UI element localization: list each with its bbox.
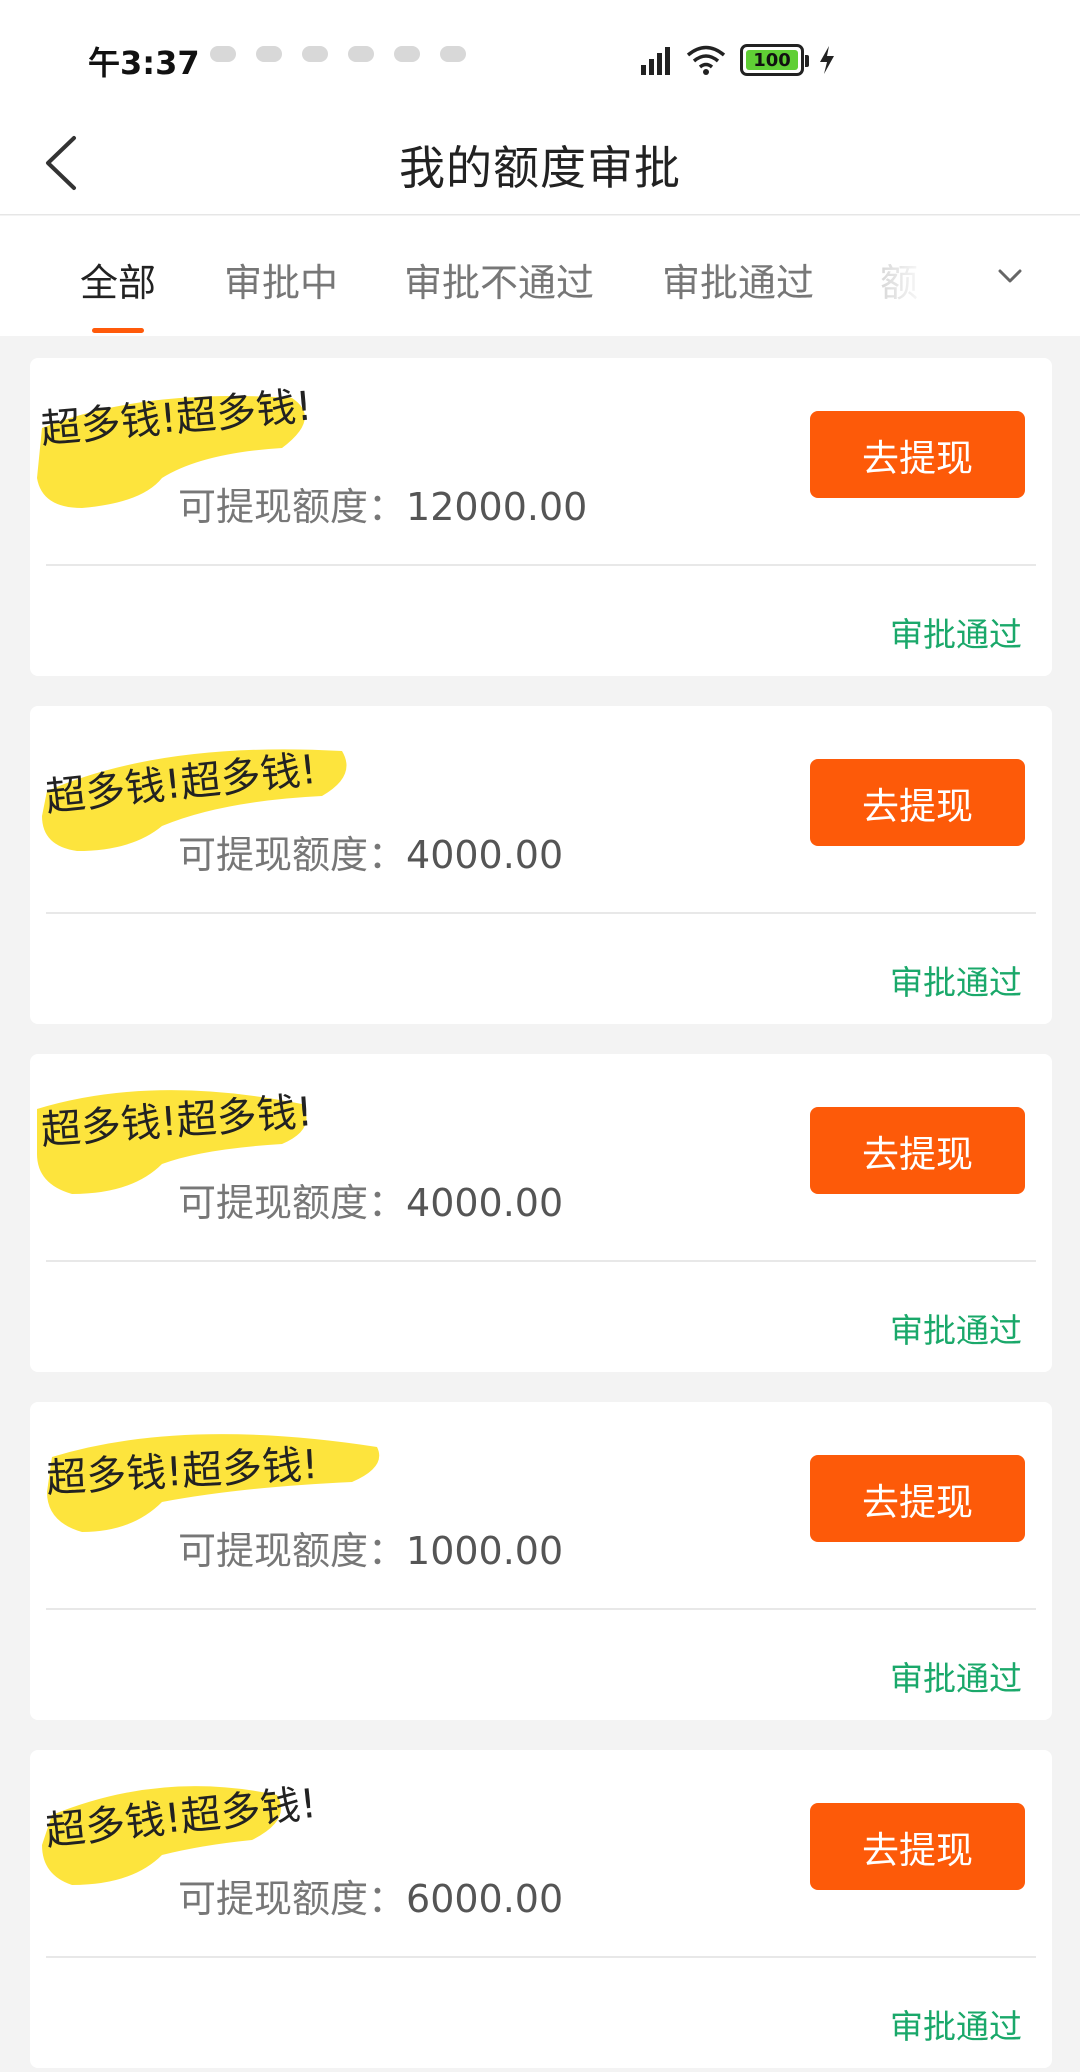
tab-bar: 全部 审批中 审批不通过 审批通过 额 (0, 216, 1080, 336)
charging-icon (820, 46, 834, 74)
approval-status: 审批通过 (890, 1659, 1022, 1698)
withdrawable-amount: 可提现额度：12000.00 (178, 476, 587, 531)
withdrawable-amount: 可提现额度：4000.00 (178, 1172, 563, 1227)
tab-pending[interactable]: 审批中 (224, 252, 338, 307)
approval-status: 审批通过 (890, 615, 1022, 654)
approval-card: 超多钱!超多钱! 可提现额度：12000.00 去提现 审批通过 (30, 358, 1052, 676)
status-time: 午3:37 (88, 44, 200, 82)
withdraw-button[interactable]: 去提现 (810, 1455, 1025, 1542)
withdraw-button[interactable]: 去提现 (810, 1107, 1025, 1194)
divider (46, 1260, 1036, 1262)
approval-status: 审批通过 (890, 963, 1022, 1002)
tab-fade (860, 216, 960, 336)
amount-label: 可提现额度： (178, 833, 407, 877)
chevron-down-icon (998, 269, 1022, 283)
tab-more-button[interactable] (990, 256, 1030, 296)
divider (46, 912, 1036, 914)
nav-bar: 我的额度审批 (0, 110, 1080, 215)
active-tab-indicator (92, 328, 144, 333)
withdraw-button[interactable]: 去提现 (810, 1803, 1025, 1890)
amount-label: 可提现额度： (178, 1529, 407, 1573)
approval-card: 超多钱!超多钱! 可提现额度：1000.00 去提现 审批通过 (30, 1402, 1052, 1720)
amount-label: 可提现额度： (178, 1877, 407, 1921)
approval-status: 审批通过 (890, 1311, 1022, 1350)
status-bar: 午3:37 100 (0, 0, 1080, 110)
amount-value: 12000.00 (406, 485, 588, 529)
withdrawable-amount: 可提现额度：1000.00 (178, 1520, 563, 1575)
withdraw-button[interactable]: 去提现 (810, 759, 1025, 846)
withdraw-button[interactable]: 去提现 (810, 411, 1025, 498)
notification-icons (210, 46, 620, 68)
divider (46, 1956, 1036, 1958)
tab-rejected[interactable]: 审批不通过 (404, 252, 594, 307)
amount-value: 6000.00 (406, 1877, 564, 1921)
amount-value: 4000.00 (406, 833, 564, 877)
signal-icon (641, 47, 670, 75)
tab-all[interactable]: 全部 (80, 252, 156, 307)
amount-value: 1000.00 (406, 1529, 564, 1573)
status-icons: 100 (640, 40, 836, 80)
page-title: 我的额度审批 (399, 141, 681, 195)
approval-card: 超多钱!超多钱! 可提现额度：4000.00 去提现 审批通过 (30, 706, 1052, 1024)
tab-approved[interactable]: 审批通过 (662, 252, 814, 307)
battery-level: 100 (753, 49, 791, 71)
divider (46, 1608, 1036, 1610)
divider (46, 564, 1036, 566)
wifi-icon (686, 45, 726, 75)
withdrawable-amount: 可提现额度：6000.00 (178, 1868, 563, 1923)
amount-label: 可提现额度： (178, 485, 407, 529)
approval-card: 超多钱!超多钱! 可提现额度：4000.00 去提现 审批通过 (30, 1054, 1052, 1372)
amount-value: 4000.00 (406, 1181, 564, 1225)
approval-status: 审批通过 (890, 2007, 1022, 2046)
withdrawable-amount: 可提现额度：4000.00 (178, 824, 563, 879)
amount-label: 可提现额度： (178, 1181, 407, 1225)
battery-icon: 100 (740, 44, 809, 76)
approval-card: 超多钱!超多钱! 可提现额度：6000.00 去提现 审批通过 (30, 1750, 1052, 2068)
